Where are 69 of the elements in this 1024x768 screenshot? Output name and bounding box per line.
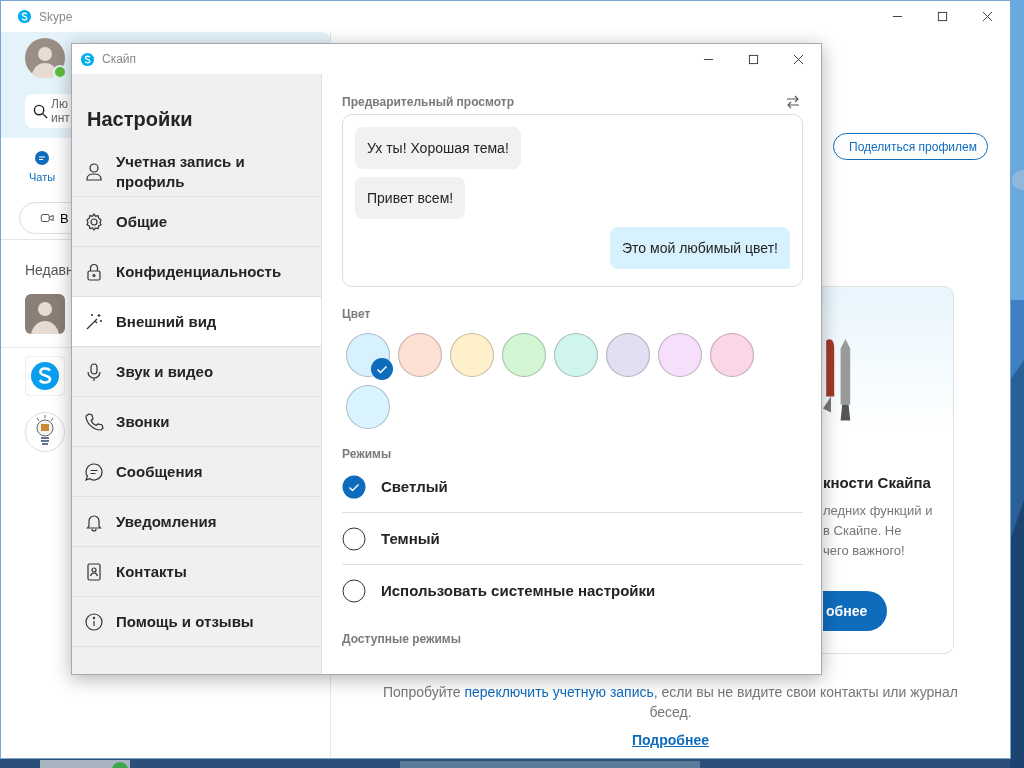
learn-more-link[interactable]: Подробнее xyxy=(631,732,710,748)
color-swatch[interactable] xyxy=(346,333,390,377)
share-profile-button[interactable]: Поделиться профилем xyxy=(833,133,988,160)
magic-wand-icon xyxy=(84,311,104,332)
radio-label: Светлый xyxy=(381,478,448,495)
sidebar-item[interactable]: Помощь и отзывы xyxy=(72,597,321,647)
color-swatch[interactable] xyxy=(502,333,546,377)
section-title: Цвет xyxy=(342,307,372,321)
radio-button[interactable] xyxy=(342,526,366,551)
person-icon xyxy=(84,161,104,182)
microphone-icon xyxy=(84,361,104,382)
switch-account-link[interactable]: переключить учетную запись xyxy=(464,684,654,700)
color-swatch[interactable] xyxy=(658,333,702,377)
window-title: Скайп xyxy=(102,52,137,66)
color-swatch[interactable] xyxy=(710,333,754,377)
maximize-icon[interactable] xyxy=(937,11,948,22)
sidebar-item[interactable]: Звук и видео xyxy=(72,347,321,397)
info-icon xyxy=(84,611,104,632)
phone-icon xyxy=(84,411,104,432)
window-title: Skype xyxy=(39,9,73,24)
color-swatch[interactable] xyxy=(606,333,650,377)
color-swatch[interactable] xyxy=(346,385,390,429)
skype-logo-icon[interactable] xyxy=(25,356,65,396)
avatar-icon[interactable] xyxy=(25,38,65,78)
radio-label: Использовать системные настройки xyxy=(381,582,656,599)
search-placeholder: инт xyxy=(51,111,70,125)
radio-label: Темный xyxy=(381,530,440,547)
sidebar-item[interactable]: Контакты xyxy=(72,547,321,597)
sidebar-item[interactable]: Уведомления xyxy=(72,497,321,547)
skype-logo-icon xyxy=(80,51,95,67)
chats-tab[interactable]: Чаты xyxy=(29,150,56,183)
color-swatch[interactable] xyxy=(554,333,598,377)
radio-button[interactable] xyxy=(342,474,366,499)
section-title: Доступные режимы xyxy=(342,632,462,646)
message-bubble: Привет всем! xyxy=(355,177,466,219)
message-bubble: Ух ты! Хорошая тема! xyxy=(355,127,521,169)
chat-bubble-icon xyxy=(84,461,104,482)
sidebar-item[interactable]: Внешний вид xyxy=(72,297,321,347)
sidebar-item[interactable]: Сообщения xyxy=(72,447,321,497)
close-icon[interactable] xyxy=(982,11,993,22)
color-swatch[interactable] xyxy=(450,333,494,377)
card-text: ледних функций и в Скайпе. Не чего важного! xyxy=(823,502,934,560)
online-status-icon xyxy=(53,65,67,79)
sidebar-item[interactable]: Общие xyxy=(72,197,321,247)
switch-account-hint: Попробуйте переключить учетную запись, если вы не видите свои контакты или журнал бесед. xyxy=(381,683,959,722)
contact-avatar-icon[interactable] xyxy=(25,294,65,334)
sidebar-item[interactable]: Звонки xyxy=(72,397,321,447)
sidebar-item[interactable]: Учетная запись и профиль xyxy=(72,147,321,197)
card-title: кности Скайпа xyxy=(823,474,932,491)
close-icon[interactable] xyxy=(793,53,804,65)
search-icon xyxy=(33,103,48,119)
checkmark-icon xyxy=(371,358,393,380)
video-camera-icon xyxy=(40,211,54,225)
swap-arrows-icon[interactable] xyxy=(785,94,801,110)
section-title: Предварительный просмотр xyxy=(342,95,514,109)
radio-button[interactable] xyxy=(342,578,366,603)
search-placeholder: Лю xyxy=(51,97,68,111)
maximize-icon[interactable] xyxy=(748,53,759,65)
lock-icon xyxy=(84,261,104,282)
gear-icon xyxy=(84,211,104,232)
chat-bubble-icon xyxy=(34,150,51,166)
learn-more-button[interactable]: обнее xyxy=(823,591,887,631)
light-bulb-icon[interactable] xyxy=(25,412,65,452)
section-title: Режимы xyxy=(342,447,393,461)
skype-logo-icon xyxy=(17,9,32,24)
color-swatch[interactable] xyxy=(398,333,442,377)
message-bubble: Это мой любимый цвет! xyxy=(610,227,790,269)
contact-book-icon xyxy=(84,561,104,582)
settings-heading: Настройки xyxy=(86,107,194,132)
